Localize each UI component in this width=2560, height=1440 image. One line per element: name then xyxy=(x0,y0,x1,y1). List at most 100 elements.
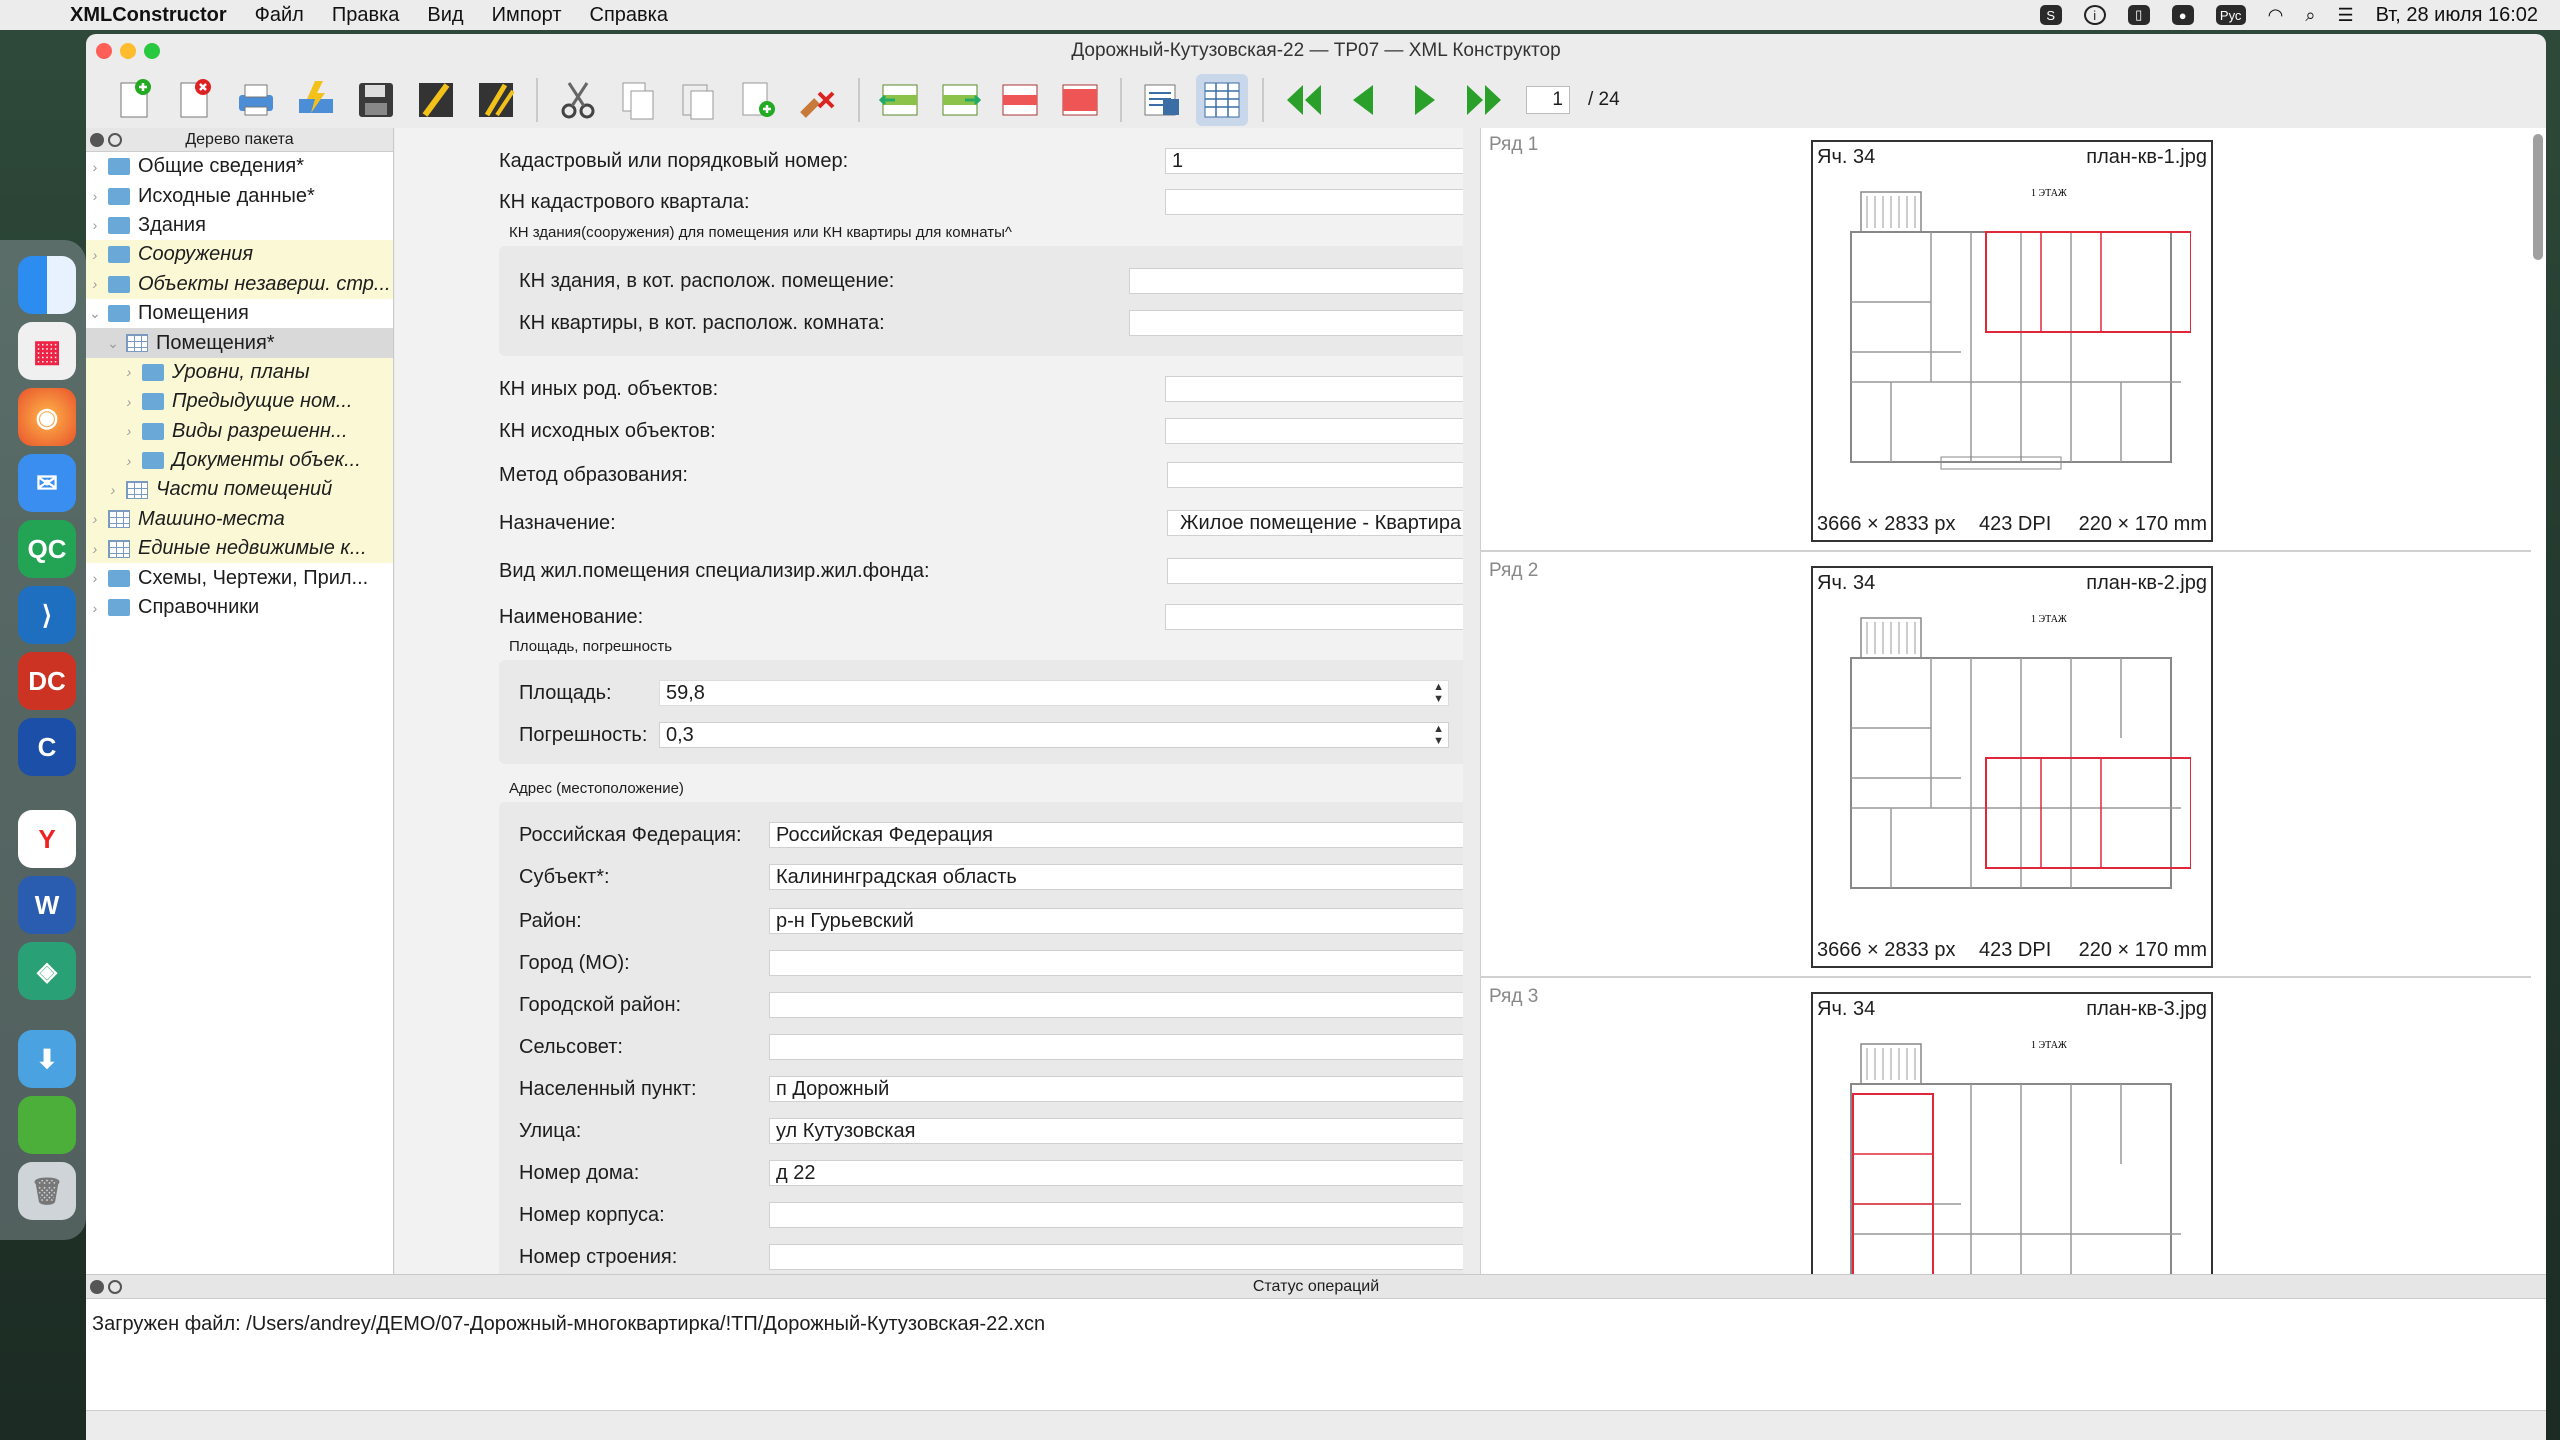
chevron-right-icon[interactable]: › xyxy=(104,482,122,498)
chevron-down-icon[interactable]: ⌄ xyxy=(86,305,104,322)
chevron-right-icon[interactable]: › xyxy=(120,453,138,469)
game-controller-icon[interactable]: ● xyxy=(2171,5,2194,25)
building-kn-input[interactable] xyxy=(1129,268,1463,294)
save-button[interactable] xyxy=(350,74,402,126)
app-blue-ring-icon[interactable]: C xyxy=(18,718,76,776)
stepper-icon[interactable]: ▲ ▼ xyxy=(1433,723,1444,747)
wifi-icon[interactable]: ◠ xyxy=(2268,5,2284,26)
settlement-input[interactable]: п Дорожный xyxy=(769,1076,1463,1102)
spotlight-icon[interactable]: ⌕ xyxy=(2305,5,2315,26)
word-icon[interactable]: W xyxy=(18,876,76,934)
city-district-input[interactable] xyxy=(769,992,1463,1018)
close-panel-icon[interactable] xyxy=(90,1279,104,1294)
chevron-right-icon[interactable]: › xyxy=(86,188,104,204)
tree-item-buildings[interactable]: › Здания xyxy=(86,211,393,240)
table-view-button[interactable] xyxy=(1196,74,1248,126)
menu-file[interactable]: Файл xyxy=(241,4,318,27)
form-view-button[interactable] xyxy=(1136,74,1188,126)
downloads-folder-icon[interactable]: ⬇ xyxy=(18,1030,76,1088)
tree-item-dictionaries[interactable]: › Справочники xyxy=(86,593,393,622)
cut-button[interactable] xyxy=(552,74,604,126)
menu-edit[interactable]: Правка xyxy=(318,4,414,27)
folder-green-icon[interactable] xyxy=(18,1096,76,1154)
control-center-icon[interactable]: ☰ xyxy=(2337,5,2353,26)
float-panel-icon[interactable] xyxy=(108,132,122,147)
float-panel-icon[interactable] xyxy=(108,1279,122,1294)
page-number-input[interactable]: 1 xyxy=(1526,86,1570,114)
image-card[interactable]: Яч. 34 план-кв-3.jpg 1 ЭТАЖ xyxy=(1811,992,2213,1274)
insert-row-after-button[interactable] xyxy=(934,74,986,126)
menu-import[interactable]: Импорт xyxy=(478,4,576,27)
delete-file-button[interactable] xyxy=(170,74,222,126)
city-input[interactable] xyxy=(769,950,1463,976)
council-input[interactable] xyxy=(769,1034,1463,1060)
info-icon[interactable]: i xyxy=(2083,5,2106,25)
image-card[interactable]: Яч. 34 план-кв-1.jpg 1 ЭТАЖ 3666 × 2833 … xyxy=(1811,140,2213,542)
clock[interactable]: Вт, 28 июля 16:02 xyxy=(2376,4,2538,27)
new-file-button[interactable] xyxy=(110,74,162,126)
tree-item-levels[interactable]: › Уровни, планы xyxy=(86,357,393,388)
tree-item-parking[interactable]: › Машино-места xyxy=(86,504,393,535)
first-page-button[interactable] xyxy=(1278,74,1330,126)
chevron-right-icon[interactable]: › xyxy=(86,276,104,292)
skype-icon[interactable]: S xyxy=(2039,5,2062,25)
source-kn-input[interactable] xyxy=(1165,418,1463,444)
name-input[interactable] xyxy=(1165,604,1463,630)
other-kn-input[interactable] xyxy=(1165,376,1463,402)
quarter-kn-input[interactable] xyxy=(1165,189,1463,215)
chevron-right-icon[interactable]: › xyxy=(86,511,104,527)
tree-item-permitted-use[interactable]: › Виды разрешенн... xyxy=(86,416,393,446)
menu-help[interactable]: Справка xyxy=(576,4,682,27)
cadastral-number-input[interactable]: 1 xyxy=(1165,148,1463,174)
house-input[interactable]: д 22 xyxy=(769,1160,1463,1186)
yandex-browser-icon[interactable]: Y xyxy=(18,810,76,868)
next-page-button[interactable] xyxy=(1398,74,1450,126)
close-panel-icon[interactable] xyxy=(90,132,104,147)
district-input[interactable]: р-н Гурьевский xyxy=(769,908,1463,934)
print-button[interactable] xyxy=(230,74,282,126)
image-card[interactable]: Яч. 34 план-кв-2.jpg 1 ЭТАЖ 3666 × 2833 … xyxy=(1811,566,2213,968)
launchpad-icon[interactable]: ▦ xyxy=(18,322,76,380)
delete-row-button[interactable] xyxy=(994,74,1046,126)
last-page-button[interactable] xyxy=(1458,74,1510,126)
trash-icon[interactable]: 🗑 xyxy=(18,1162,76,1220)
tree-item-source-data[interactable]: › Исходные данные* xyxy=(86,181,393,210)
chevron-right-icon[interactable]: › xyxy=(86,217,104,233)
chevron-right-icon[interactable]: › xyxy=(120,423,138,439)
sign-all-button[interactable] xyxy=(470,74,522,126)
app-green-icon[interactable]: ◈ xyxy=(18,942,76,1000)
tree-item-structures[interactable]: › Сооружения xyxy=(86,240,393,270)
insert-row-before-button[interactable] xyxy=(874,74,926,126)
menu-view[interactable]: Вид xyxy=(413,4,477,27)
subject-select[interactable]: Калининградская область⌄ xyxy=(769,864,1463,890)
prev-page-button[interactable] xyxy=(1338,74,1390,126)
menu-app-name[interactable]: XMLConstructor xyxy=(46,4,241,27)
sign-button[interactable] xyxy=(410,74,462,126)
qc-app-icon[interactable]: QC xyxy=(18,520,76,578)
error-input[interactable]: 0,3 ▲ ▼ xyxy=(659,722,1449,748)
add-element-button[interactable] xyxy=(732,74,784,126)
chevron-right-icon[interactable]: › xyxy=(120,364,138,380)
validate-button[interactable] xyxy=(290,74,342,126)
tree-item-premises-record[interactable]: ⌄ Помещения* xyxy=(86,328,393,358)
purpose-select[interactable]: Жилое помещение - Квартира⇕ xyxy=(1167,510,1463,536)
stepper-icon[interactable]: ▲ ▼ xyxy=(1433,681,1444,705)
country-input[interactable]: Российская Федерация xyxy=(769,822,1463,848)
special-fund-select[interactable]: ⇕ xyxy=(1167,558,1463,584)
chevron-down-icon[interactable]: ⌄ xyxy=(104,335,122,352)
building-number-input[interactable] xyxy=(769,1244,1463,1270)
paste-button[interactable] xyxy=(672,74,724,126)
preview-scrollbar[interactable] xyxy=(2533,134,2543,260)
firefox-icon[interactable]: ◉ xyxy=(18,388,76,446)
app-red-icon[interactable]: DC xyxy=(18,652,76,710)
copy-button[interactable] xyxy=(612,74,664,126)
street-input[interactable]: ул Кутузовская xyxy=(769,1118,1463,1144)
chevron-right-icon[interactable]: › xyxy=(86,541,104,557)
tree-item-unified-complexes[interactable]: › Единые недвижимые к... xyxy=(86,534,393,564)
chevron-right-icon[interactable]: › xyxy=(86,159,104,175)
delete-all-rows-button[interactable] xyxy=(1054,74,1106,126)
tree-item-premise-parts[interactable]: › Части помещений xyxy=(86,475,393,505)
finder-icon[interactable] xyxy=(18,256,76,314)
tree-item-previous-numbers[interactable]: › Предыдущие ном... xyxy=(86,387,393,417)
chevron-right-icon[interactable]: › xyxy=(86,600,104,616)
